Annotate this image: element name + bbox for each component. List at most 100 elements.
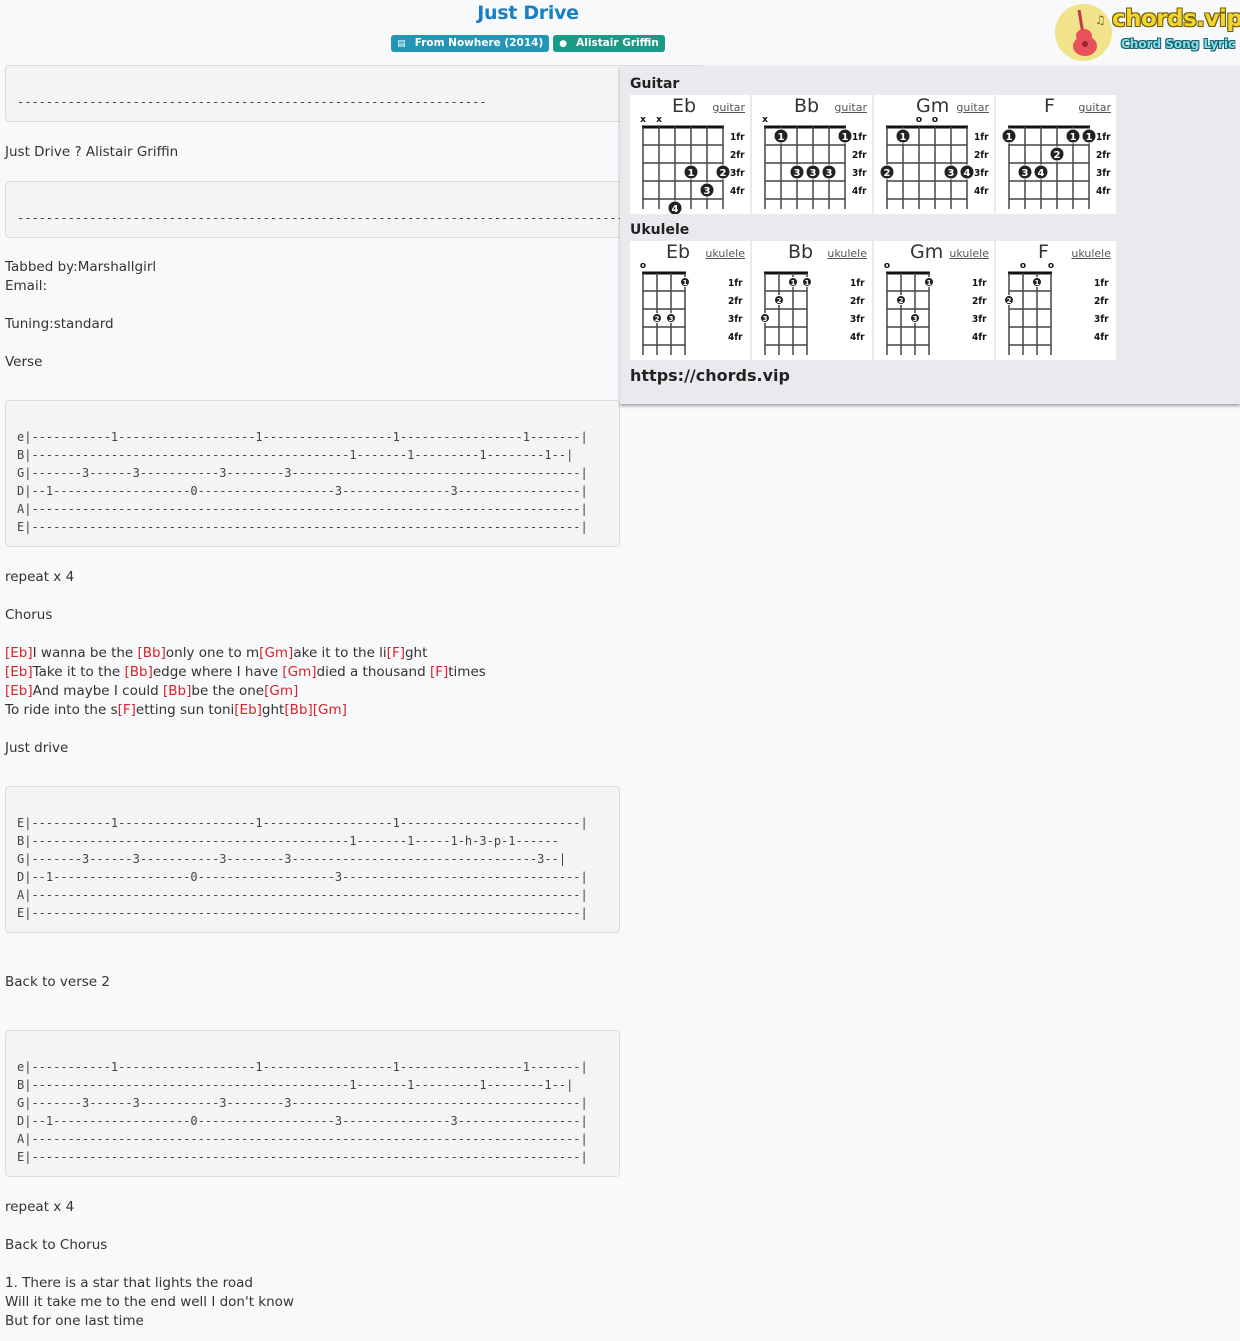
open-string-marker: o (1020, 261, 1026, 271)
ukulele-heading: Ukulele (630, 222, 690, 238)
site-logo[interactable]: ♫ chords.vip Chord Song Lyric (1054, 3, 1240, 63)
finger-dot: 1 (924, 277, 934, 287)
svg-text:4: 4 (672, 204, 679, 214)
chord-card-f[interactable]: Fukulele 1fr 2fr 3fr 4fr o o 1 2 (996, 241, 1116, 360)
tab-line: B|--------------------------------------… (17, 834, 559, 848)
tab-line: E|--------------------------------------… (17, 906, 588, 920)
svg-text:1: 1 (1070, 132, 1077, 143)
svg-text:3: 3 (704, 186, 711, 197)
finger-dot: 3 (760, 313, 770, 323)
chord-card-eb[interactable]: Eb guitar 1fr 2fr 3fr 4fr x x 1 2 3 4 (630, 95, 750, 214)
fret-label: 4fr (1096, 186, 1111, 197)
chord-link[interactable]: [Eb] (234, 702, 262, 718)
site-url[interactable]: https://chords.vip (630, 366, 790, 385)
chord-link[interactable]: [F] (430, 664, 448, 680)
finger-dot: 4 (1033, 164, 1049, 180)
chord-card-bb[interactable]: Bb ukulele 1fr 2fr 3fr 4fr 1 1 2 3 (752, 241, 872, 360)
user-icon: ● (559, 39, 568, 49)
album-badge[interactable]: ▤ From Nowhere (2014) (391, 35, 550, 52)
chord-card-f[interactable]: Fguitar 1fr 2fr 3fr 4fr 1 1 1 2 3 4 (996, 95, 1116, 214)
tab-line: e|-----------1-------------------1------… (17, 1060, 588, 1074)
lyric-line: Will it take me to the end well I don't … (5, 1294, 294, 1310)
svg-text:3: 3 (1022, 168, 1029, 179)
chord-link[interactable]: [Eb] (5, 683, 33, 699)
chord-diagram: 1fr2fr3fr4fro o12 (1004, 261, 1109, 355)
fret-label: 1fr (972, 278, 987, 289)
fret-label: 1fr (1094, 278, 1109, 289)
chord-link[interactable]: [Bb] (163, 683, 191, 699)
fret-label: 2fr (1094, 296, 1109, 307)
tab-line (17, 1040, 608, 1058)
chord-link[interactable]: [Gm] (313, 702, 347, 718)
chord-link[interactable]: [Bb] (124, 664, 152, 680)
fret-label: 3fr (1094, 314, 1109, 325)
lyric-line: [Eb]And maybe I could [Bb]be the one[Gm] (5, 682, 705, 701)
chord-link[interactable]: [Gm] (259, 645, 293, 661)
open-string-marker: o (916, 115, 922, 125)
svg-text:1: 1 (1086, 132, 1093, 143)
finger-dot: 1 (788, 277, 798, 287)
finger-dot: 2 (1004, 295, 1014, 305)
finger-dot: 1 (895, 128, 911, 144)
svg-text:1: 1 (805, 279, 810, 287)
tab-line: G|-------3------3-----------3--------3--… (17, 466, 588, 480)
finger-dot: 1 (683, 164, 699, 180)
artist-badge[interactable]: ● Alistair Griffin (553, 35, 665, 52)
logo-tagline: Chord Song Lyric (1121, 37, 1236, 51)
finger-dot: 1 (1001, 128, 1017, 144)
tab-line (17, 75, 693, 93)
chord-link[interactable]: [Bb] (284, 702, 312, 718)
chord-diagram: 1fr 2fr 3fr 4fr 1 1 2 3 (760, 271, 865, 355)
fret-label: 4fr (974, 186, 989, 197)
guitar-heading: Guitar (630, 76, 680, 92)
lyric-text: died a thousand (316, 664, 430, 680)
finger-dot: 3 (821, 164, 837, 180)
chord-card-eb[interactable]: Eb ukulele 1fr 2fr 3fr 4fr o 1 2 3 (630, 241, 750, 360)
tab-line: A|--------------------------------------… (17, 1132, 588, 1146)
tab-line: A|--------------------------------------… (17, 502, 588, 516)
lyric-text: I wanna be the (32, 645, 138, 661)
info-line: Email: (5, 278, 48, 294)
just-drive-line: Just drive (5, 740, 69, 756)
finger-dot: 1 (837, 128, 853, 144)
fret-label: 3fr (852, 168, 867, 179)
fret-label: 1fr (728, 278, 743, 289)
tab-line: B|--------------------------------------… (17, 1078, 574, 1092)
chord-link[interactable]: [Eb] (5, 664, 33, 680)
svg-text:3: 3 (913, 315, 918, 323)
open-string-marker: o (640, 261, 646, 271)
svg-text:1: 1 (778, 132, 785, 143)
svg-text:2: 2 (777, 297, 782, 305)
tab-line: D|--1-------------------0---------------… (17, 484, 588, 498)
chord-link[interactable]: [Bb] (138, 645, 166, 661)
chord-link[interactable]: [F] (387, 645, 405, 661)
svg-text:2: 2 (1054, 150, 1061, 161)
lyric-line: But for one last time (5, 1313, 144, 1329)
svg-text:4: 4 (1038, 168, 1045, 179)
lyric-line: [Eb]I wanna be the [Bb]only one to m[Gm]… (5, 644, 705, 663)
finger-dot: 1 (1032, 277, 1042, 287)
finger-dot: 3 (699, 182, 715, 198)
finger-dot: 4 (959, 164, 975, 180)
tab-block-verse: e|-----------1-------------------1------… (5, 400, 620, 547)
song-badges: ▤ From Nowhere (2014) ● Alistair Griffin (0, 35, 1056, 52)
tab-line: E|--------------------------------------… (17, 520, 588, 534)
svg-text:1: 1 (842, 132, 849, 143)
chord-link[interactable]: [Gm] (264, 683, 298, 699)
chord-card-gm[interactable]: Gm guitar 1fr 2fr 3fr 4fr o o 1 2 3 4 (874, 95, 994, 214)
chord-link[interactable]: [F] (118, 702, 136, 718)
chord-diagram: 1fr2fr3fr4frx1 13 3 3 (762, 115, 867, 209)
info-line: Tabbed by:Marshallgirl (5, 259, 157, 275)
lyric-line: To ride into the s[F]etting sun toni[Eb]… (5, 701, 705, 720)
chord-link[interactable]: [Gm] (282, 664, 316, 680)
lyric-text: ake it to the li (293, 645, 387, 661)
chord-card-gm[interactable]: Gm ukulele 1fr 2fr 3fr 4fr o 1 2 3 (874, 241, 994, 360)
back-to-verse-note: Back to verse 2 (5, 974, 110, 990)
chord-link[interactable]: [Eb] (5, 645, 33, 661)
finger-dot: 1 (1081, 128, 1097, 144)
muted-string-marker: x (640, 115, 646, 125)
tab-line: G|-------3------3-----------3--------3--… (17, 1096, 588, 1110)
chord-card-bb[interactable]: Bb guitar 1fr 2fr 3fr 4fr x 1 1 3 3 3 (752, 95, 872, 214)
fret-label: 2fr (730, 150, 745, 161)
fret-label: 4fr (972, 332, 987, 343)
